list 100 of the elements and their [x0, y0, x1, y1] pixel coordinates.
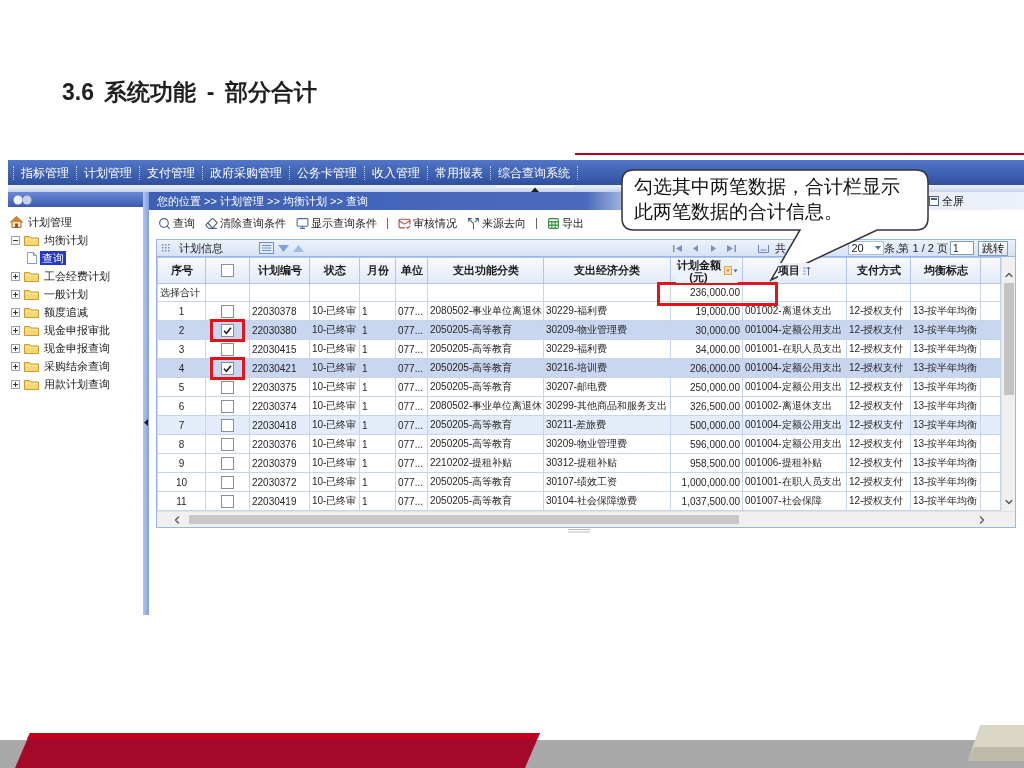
plus-box-icon[interactable]: [11, 343, 20, 353]
checkbox[interactable]: [221, 342, 234, 356]
menu-item[interactable]: 支付管理: [139, 165, 202, 180]
table-cell: 30229-福利费: [543, 339, 671, 359]
table-cell: 001004-定额公用支出: [742, 358, 847, 378]
table-cell: 1: [157, 301, 206, 321]
triangle-up-icon[interactable]: [293, 244, 304, 252]
sort-ascending-icon[interactable]: [802, 265, 811, 276]
menu-item[interactable]: 公务卡管理: [289, 165, 364, 180]
toolbar-button[interactable]: 导出: [545, 214, 586, 232]
tree-item[interactable]: 工会经费计划: [42, 269, 112, 283]
plus-box-icon[interactable]: [11, 361, 20, 371]
table-cell: 13-按半年均衡: [910, 415, 981, 435]
column-header[interactable]: 计划金额(元): [670, 257, 743, 284]
table-cell: 2050205-高等教育: [427, 472, 544, 492]
table-row[interactable]: 4 22030421 10-已终审 1 077... 2050205-高等教育 30216-培训费 206,000.00 001004-定额公用支出 12-授权支付 13-按半年均衡: [157, 358, 1001, 378]
collapse-handle-icon[interactable]: [496, 185, 574, 192]
toolbar-button[interactable]: 查询: [156, 214, 197, 232]
previous-page-icon[interactable]: [691, 243, 701, 253]
checkbox[interactable]: [221, 399, 234, 413]
triangle-down-icon[interactable]: [278, 244, 289, 252]
table-cell: 1: [359, 377, 396, 397]
column-header[interactable]: 均衡标志: [910, 257, 981, 284]
folder-icon: [24, 324, 39, 336]
checkbox[interactable]: [221, 264, 234, 277]
scrollbar-thumb[interactable]: [1003, 283, 1014, 395]
tray-icon[interactable]: [758, 243, 770, 253]
checkbox[interactable]: [221, 437, 234, 451]
first-page-icon[interactable]: [673, 243, 683, 253]
scrollbar-thumb[interactable]: [189, 515, 739, 524]
minus-box-icon[interactable]: [11, 235, 20, 245]
tree-item[interactable]: 现金申报审批: [42, 323, 112, 337]
callout-text: 勾选其中两笔数据，合计栏显示此两笔数据的合计信息。: [634, 175, 901, 224]
plus-box-icon[interactable]: [11, 307, 20, 317]
table-row[interactable]: 2 22030380 10-已终审 1 077... 2050205-高等教育 30209-物业管理费 30,000.00 001004-定额公用支出 12-授权支付 13-按半年均衡: [157, 320, 1001, 340]
tree-item[interactable]: 现金申报查询: [42, 341, 112, 355]
checkbox[interactable]: [221, 361, 234, 375]
tree-item[interactable]: 采购结余查询: [42, 359, 112, 373]
table-cell: 250,000.00: [670, 377, 743, 397]
tree-item[interactable]: 一般计划: [42, 287, 90, 301]
plus-box-icon[interactable]: [11, 379, 20, 389]
column-header[interactable]: 状态: [309, 257, 360, 284]
column-header[interactable]: 月份: [359, 257, 396, 284]
vertical-scrollbar[interactable]: [1001, 257, 1015, 511]
menu-item[interactable]: 计划管理: [76, 165, 139, 180]
toolbar-button[interactable]: 来源去向: [465, 214, 528, 232]
tree-item[interactable]: 均衡计划: [42, 233, 90, 247]
menu-item[interactable]: 收入管理: [364, 165, 427, 180]
column-header[interactable]: 单位: [395, 257, 428, 284]
column-header[interactable]: 序号: [157, 257, 206, 284]
table-cell: 001007-社会保障: [742, 491, 847, 511]
toolbar-button[interactable]: 显示查询条件: [294, 214, 379, 232]
horizontal-scrollbar[interactable]: [157, 511, 1015, 527]
menu-item[interactable]: 综合查询系统: [490, 165, 578, 180]
checkbox[interactable]: [221, 456, 234, 470]
checkbox[interactable]: [221, 418, 234, 432]
tree-item[interactable]: 用款计划查询: [42, 377, 112, 391]
table-cell: 30209-物业管理费: [543, 434, 671, 454]
menu-item[interactable]: 政府采购管理: [202, 165, 289, 180]
column-header[interactable]: 计划编号: [249, 257, 310, 284]
plus-box-icon[interactable]: [11, 271, 20, 281]
plus-box-icon[interactable]: [11, 325, 20, 335]
checkbox[interactable]: [221, 323, 234, 337]
menu-item[interactable]: 指标管理: [13, 165, 76, 180]
tree-item[interactable]: 额度追减: [42, 305, 90, 319]
page-input[interactable]: 1: [950, 241, 974, 255]
table-cell: 12-授权支付: [846, 377, 911, 397]
table-cell: 2050205-高等教育: [427, 377, 544, 397]
slide-title: 3.6 系统功能 - 部分合计: [62, 78, 317, 107]
tree-item[interactable]: 查询: [40, 251, 66, 265]
checkbox[interactable]: [221, 304, 234, 318]
go-button[interactable]: 跳转: [978, 240, 1008, 256]
page-size-select[interactable]: 20: [848, 241, 885, 255]
menu-item[interactable]: 常用报表: [427, 165, 490, 180]
list-icon[interactable]: [259, 242, 274, 254]
last-page-icon[interactable]: [727, 243, 737, 253]
column-header[interactable]: 支出经济分类: [543, 257, 671, 284]
table-cell: 11: [157, 491, 206, 511]
next-page-icon[interactable]: [709, 243, 719, 253]
column-menu-icon[interactable]: [723, 266, 738, 275]
table-cell: 1: [359, 491, 396, 511]
table-cell: 596,000.00: [670, 434, 743, 454]
table-cell: 1: [359, 434, 396, 454]
table-cell: 34,000.00: [670, 339, 743, 359]
monitor-icon: [296, 216, 309, 230]
toolbar-button[interactable]: 清除查询条件: [203, 214, 288, 232]
checkbox[interactable]: [221, 494, 234, 508]
column-header[interactable]: 支付方式: [846, 257, 911, 284]
collapse-arrow-icon[interactable]: [144, 419, 148, 426]
checkbox[interactable]: [221, 380, 234, 394]
column-header[interactable]: 支出功能分类: [427, 257, 544, 284]
plus-box-icon[interactable]: [11, 289, 20, 299]
resize-grip-icon[interactable]: [568, 529, 590, 533]
fullscreen-button[interactable]: 全屏: [929, 193, 964, 209]
tree-item[interactable]: 计划管理: [26, 215, 74, 229]
table-cell: 13-按半年均衡: [910, 472, 981, 492]
table-cell: 077...: [395, 491, 428, 511]
table-cell: 1: [359, 301, 396, 321]
checkbox[interactable]: [221, 475, 234, 489]
toolbar-button[interactable]: 审核情况: [396, 214, 459, 232]
